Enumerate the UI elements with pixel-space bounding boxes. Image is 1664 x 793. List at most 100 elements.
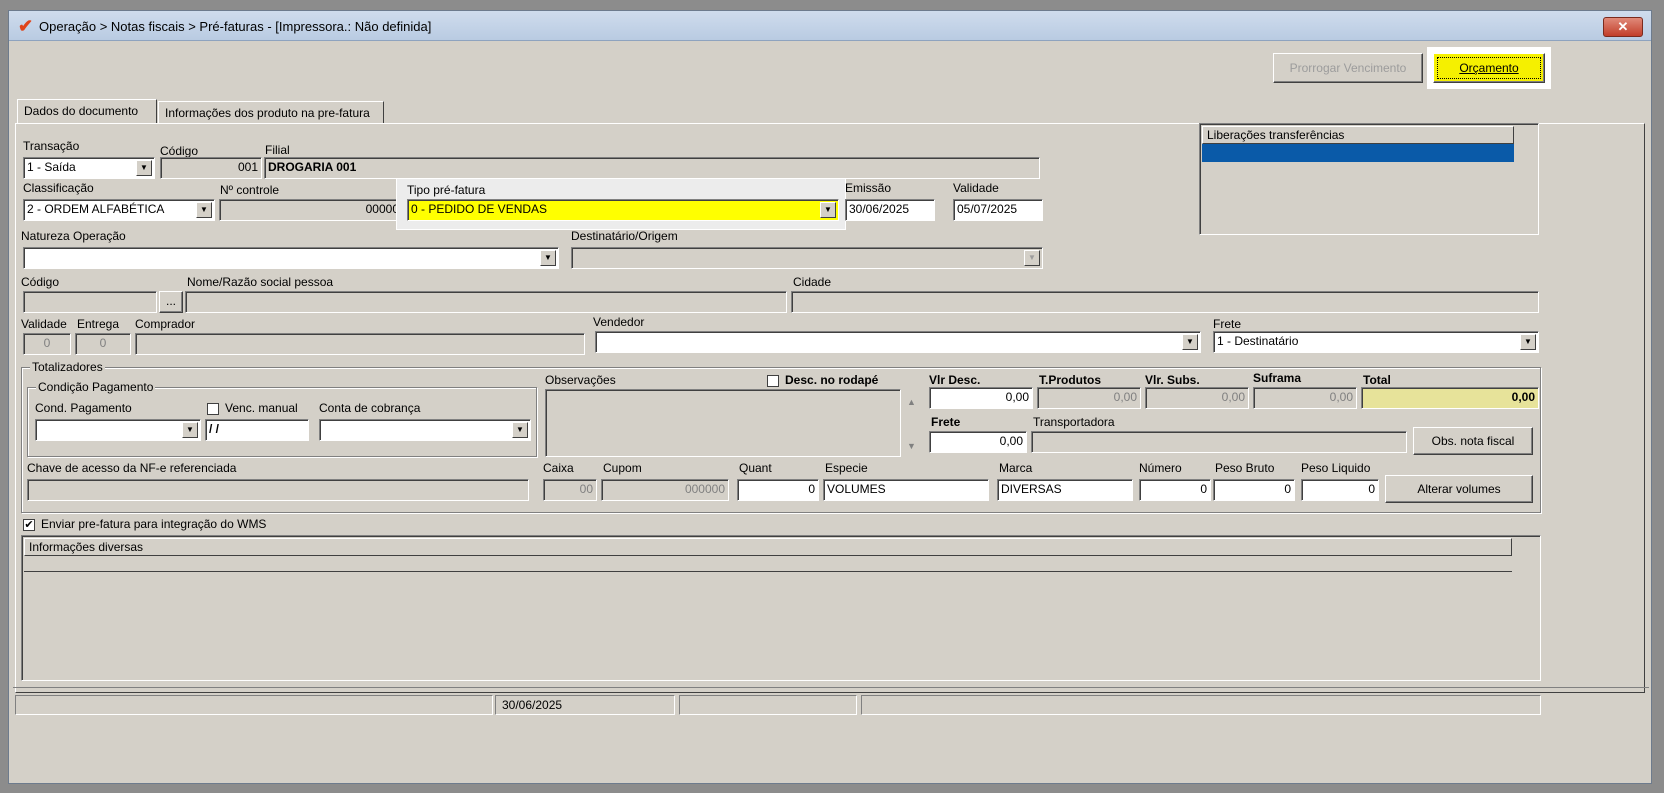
observacoes-textarea[interactable] [545, 389, 901, 457]
transacao-label: Transação [23, 139, 80, 153]
liberacoes-header[interactable]: Liberações transferências [1202, 126, 1514, 144]
pessoa-codigo-field[interactable] [23, 291, 157, 313]
numero-field[interactable]: 0 [1139, 479, 1211, 501]
chevron-down-icon[interactable]: ▼ [540, 250, 556, 266]
vendedor-select[interactable]: ▼ [595, 331, 1201, 353]
vendedor-label: Vendedor [593, 315, 645, 329]
chevron-down-icon[interactable]: ▼ [1024, 250, 1040, 266]
caixa-field[interactable]: 00 [543, 479, 597, 501]
scroll-up-icon[interactable]: ▲ [907, 397, 916, 407]
nr-controle-field[interactable]: 00000 [219, 199, 403, 221]
vlr-desc-label: Vlr Desc. [929, 373, 981, 387]
chevron-down-icon[interactable]: ▼ [182, 422, 198, 438]
venc-manual-label: Venc. manual [225, 401, 298, 415]
alterar-volumes-button[interactable]: Alterar volumes [1385, 475, 1533, 503]
tab-dados-documento[interactable]: Dados do documento [17, 99, 157, 124]
tipo-prefatura-select[interactable]: 0 - PEDIDO DE VENDAS ▼ [407, 199, 839, 221]
tab-informacoes-produto[interactable]: Informações dos produto na pre-fatura [158, 101, 384, 124]
cidade-field[interactable] [791, 291, 1539, 313]
total-label: Total [1363, 373, 1391, 387]
transacao-select[interactable]: 1 - Saída ▼ [23, 157, 155, 179]
natureza-operacao-label: Natureza Operação [21, 229, 126, 243]
conta-cobranca-label: Conta de cobrança [319, 401, 421, 415]
suframa-label: Suframa [1253, 371, 1302, 385]
chevron-down-icon[interactable]: ▼ [820, 202, 836, 218]
chevron-down-icon[interactable]: ▼ [512, 422, 528, 438]
vlr-subs-field[interactable]: 0,00 [1145, 387, 1249, 409]
entrega-field[interactable]: 0 [75, 333, 131, 355]
venc-manual-field[interactable]: / / [205, 419, 309, 441]
validade-field[interactable]: 05/07/2025 [953, 199, 1043, 221]
codigo-label: Código [160, 144, 199, 158]
destinatario-origem-select[interactable]: ▼ [571, 247, 1043, 269]
filial-label: Filial [265, 143, 290, 157]
chevron-down-icon[interactable]: ▼ [136, 160, 152, 176]
especie-field[interactable]: VOLUMES [823, 479, 989, 501]
venc-manual-checkbox[interactable] [207, 403, 219, 415]
obs-nota-fiscal-button[interactable]: Obs. nota fiscal [1413, 427, 1533, 455]
status-date: 30/06/2025 [495, 695, 675, 715]
orcamento-button[interactable]: Orçamento [1433, 53, 1545, 83]
liberacoes-list[interactable]: Liberações transferências [1199, 123, 1539, 235]
condicao-pagamento-title: Condição Pagamento [36, 380, 156, 394]
vlr-desc-field[interactable]: 0,00 [929, 387, 1033, 409]
desc-rodape-checkbox[interactable] [767, 375, 779, 387]
cidade-label: Cidade [793, 275, 832, 289]
nome-razao-label: Nome/Razão social pessoa [187, 275, 334, 289]
peso-liquido-field[interactable]: 0 [1301, 479, 1379, 501]
filial-field[interactable]: DROGARIA 001 [264, 157, 1040, 179]
chevron-down-icon[interactable]: ▼ [1182, 334, 1198, 350]
frete-tipo-value: 1 - Destinatário [1217, 334, 1299, 348]
chevron-down-icon[interactable]: ▼ [1520, 334, 1536, 350]
informacoes-diversas-list[interactable]: Informações diversas [21, 535, 1541, 681]
window-title: Operação > Notas fiscais > Pré-faturas -… [39, 19, 432, 34]
main-window: ✔ Operação > Notas fiscais > Pré-faturas… [8, 10, 1652, 784]
comprador-label: Comprador [135, 317, 196, 331]
frete-valor-field[interactable]: 0,00 [929, 431, 1027, 453]
quant-label: Quant [739, 461, 772, 475]
chevron-down-icon[interactable]: ▼ [196, 202, 212, 218]
comprador-field[interactable] [135, 333, 585, 355]
total-field[interactable]: 0,00 [1361, 387, 1539, 409]
natureza-operacao-select[interactable]: ▼ [23, 247, 559, 269]
vlr-subs-label: Vlr. Subs. [1145, 373, 1200, 387]
transportadora-label: Transportadora [1033, 415, 1115, 429]
status-cell-3 [679, 695, 857, 715]
close-button[interactable]: ✕ [1603, 17, 1643, 37]
classificacao-select[interactable]: 2 - ORDEM ALFABÉTICA ▼ [23, 199, 215, 221]
pessoa-lookup-button[interactable]: ... [159, 291, 183, 313]
cond-pagamento-select[interactable]: ▼ [35, 419, 201, 441]
scroll-down-icon[interactable]: ▼ [907, 441, 916, 451]
informacoes-diversas-row[interactable] [24, 556, 1512, 572]
status-divider [13, 687, 1649, 688]
title-bar[interactable]: ✔ Operação > Notas fiscais > Pré-faturas… [9, 11, 1651, 41]
marca-label: Marca [999, 461, 1033, 475]
especie-label: Especie [825, 461, 868, 475]
informacoes-diversas-header[interactable]: Informações diversas [24, 538, 1512, 556]
t-produtos-field[interactable]: 0,00 [1037, 387, 1141, 409]
quant-field[interactable]: 0 [737, 479, 819, 501]
emissao-field[interactable]: 30/06/2025 [845, 199, 935, 221]
peso-bruto-label: Peso Bruto [1215, 461, 1275, 475]
validade-dias-label: Validade [21, 317, 67, 331]
liberacoes-selected-row[interactable] [1202, 144, 1514, 162]
entrega-label: Entrega [77, 317, 120, 331]
app-logo-icon: ✔ [18, 16, 34, 36]
nr-controle-label: Nº controle [220, 183, 280, 197]
chave-acesso-field[interactable] [27, 479, 529, 501]
transportadora-field[interactable] [1031, 431, 1407, 453]
cupom-field[interactable]: 000000 [601, 479, 729, 501]
nome-razao-field[interactable] [185, 291, 787, 313]
codigo-field[interactable]: 001 [160, 157, 262, 179]
frete-tipo-select[interactable]: 1 - Destinatário ▼ [1213, 331, 1539, 353]
peso-liquido-label: Peso Liquido [1301, 461, 1371, 475]
wms-checkbox[interactable]: ✔ [23, 519, 35, 531]
conta-cobranca-select[interactable]: ▼ [319, 419, 531, 441]
peso-bruto-field[interactable]: 0 [1213, 479, 1295, 501]
marca-field[interactable]: DIVERSAS [997, 479, 1133, 501]
prorrogar-vencimento-button[interactable]: Prorrogar Vencimento [1273, 53, 1423, 83]
suframa-field[interactable]: 0,00 [1253, 387, 1357, 409]
validade-dias-field[interactable]: 0 [23, 333, 71, 355]
observacoes-label: Observações [545, 373, 616, 387]
status-cell-1 [15, 695, 493, 715]
